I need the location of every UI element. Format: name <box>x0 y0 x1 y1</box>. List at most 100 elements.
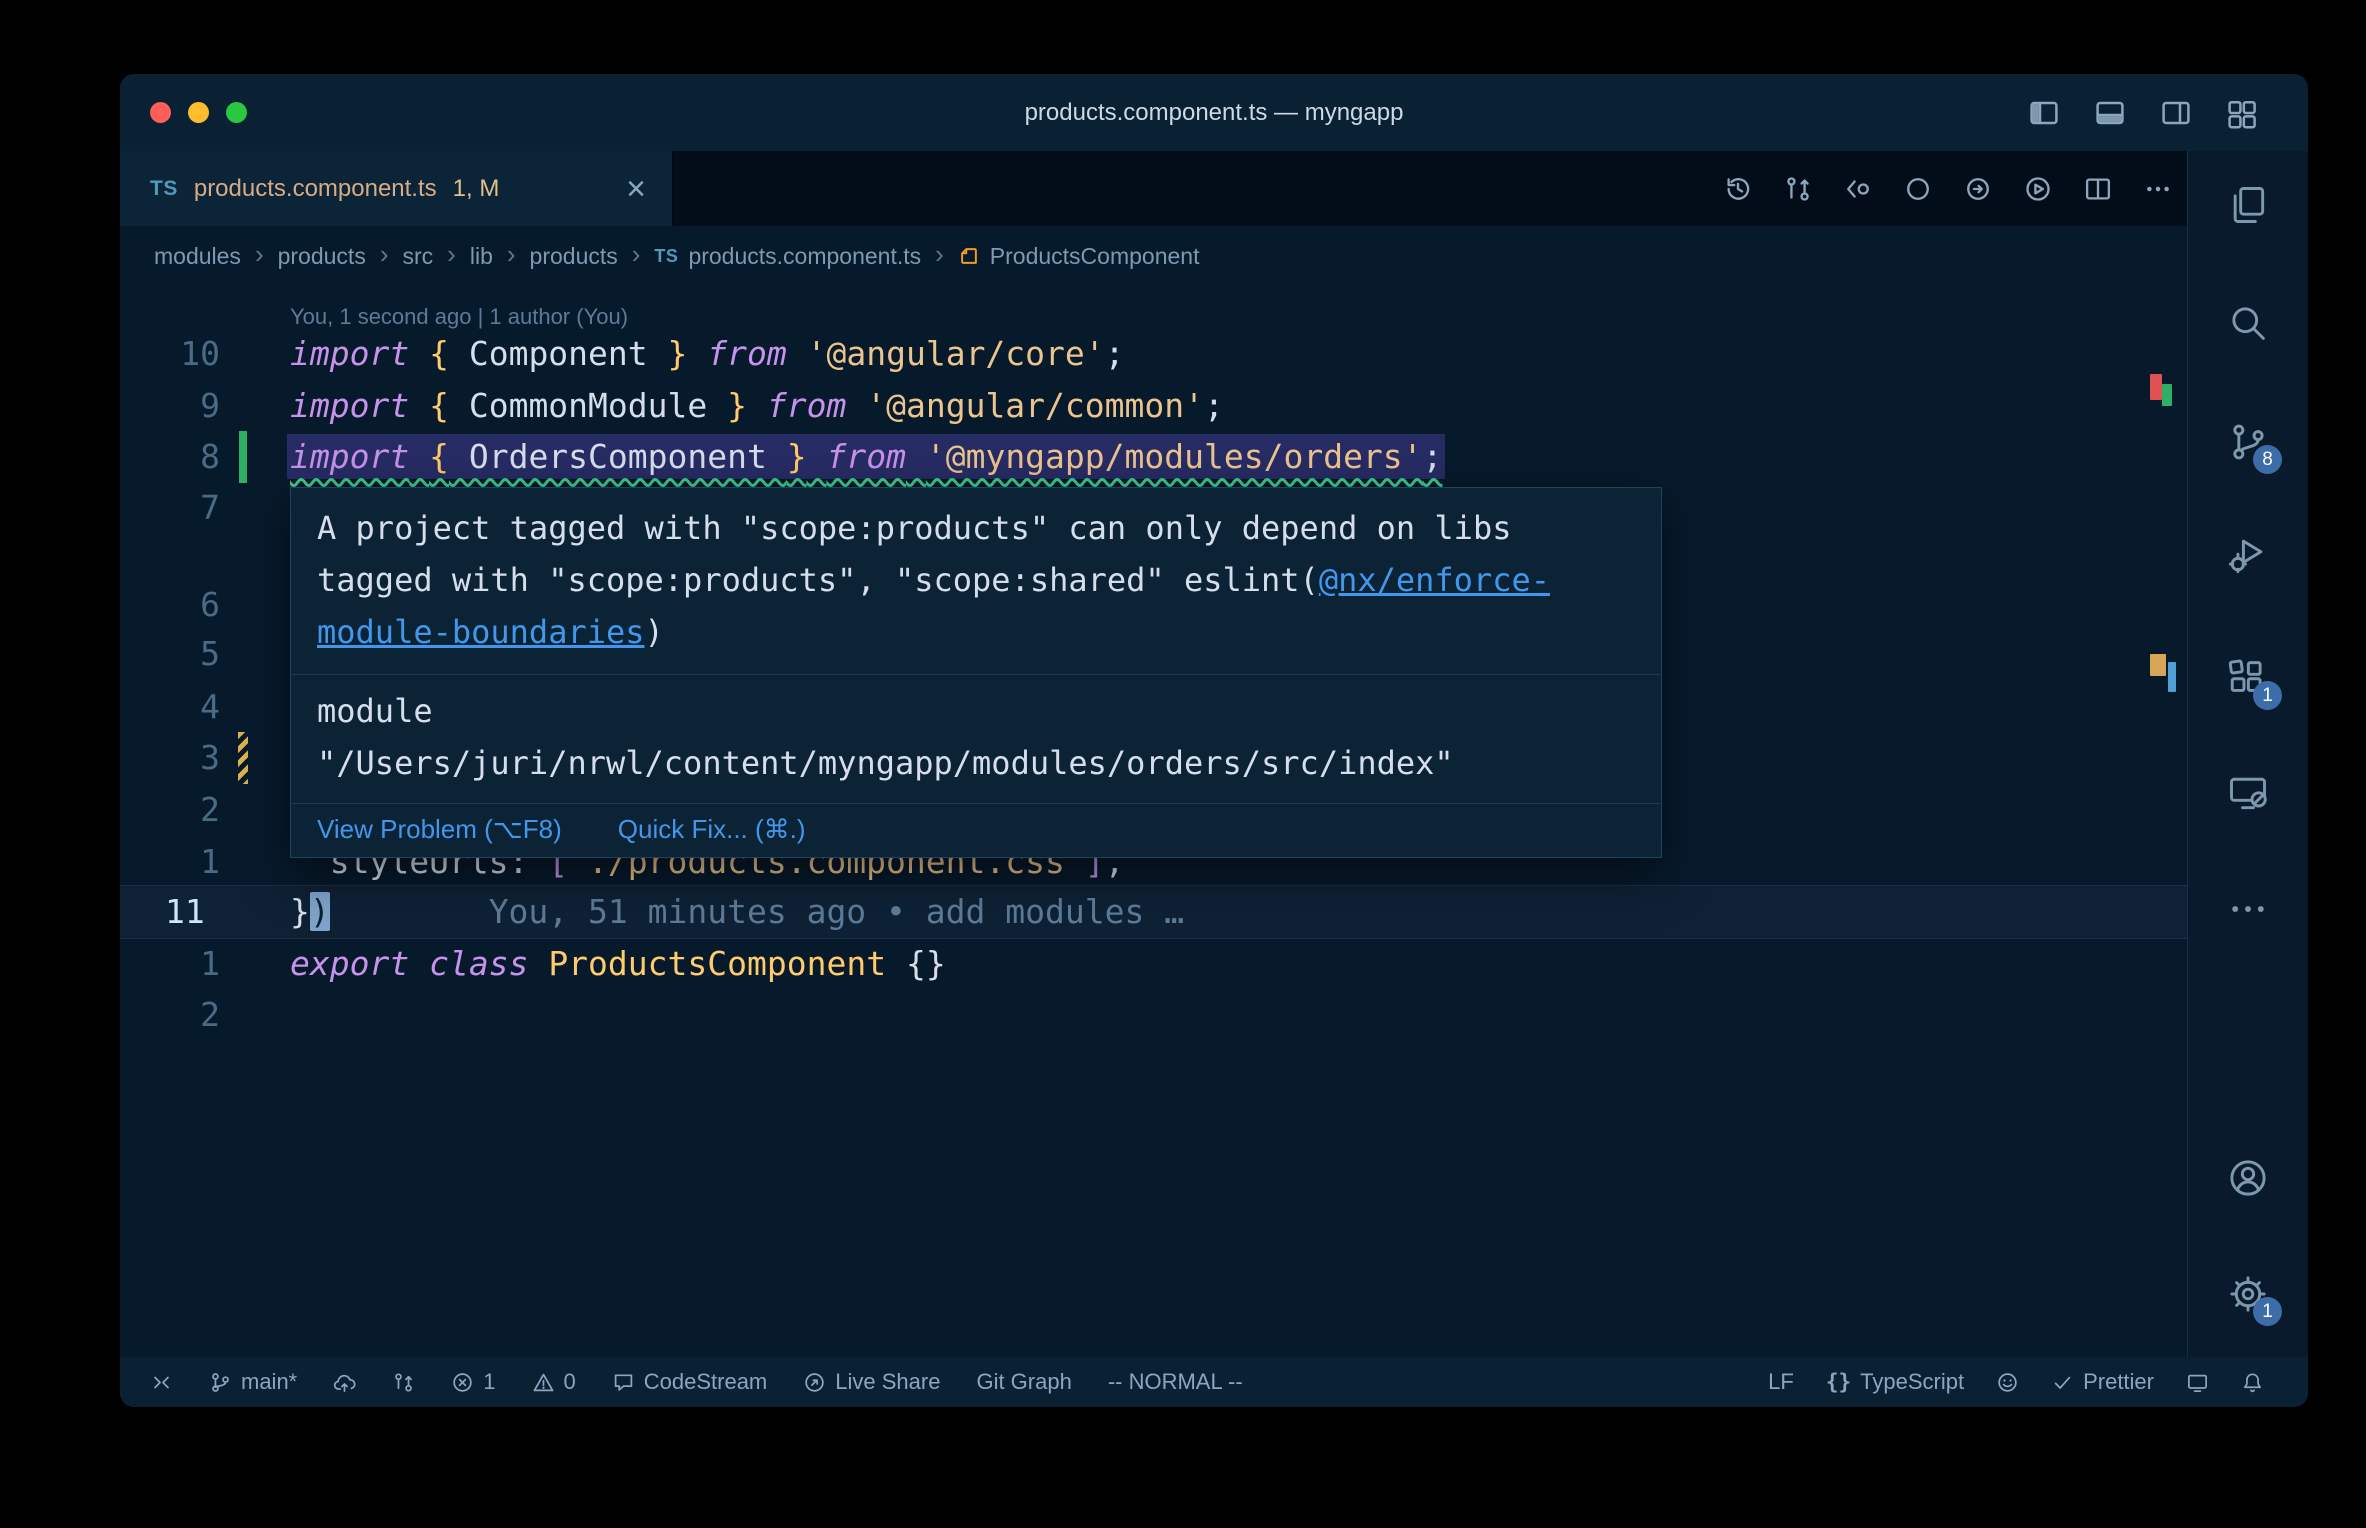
activity-remote-explorer[interactable] <box>2220 765 2276 821</box>
status-main[interactable]: main* <box>209 1369 297 1395</box>
status-smiley[interactable] <box>1996 1371 2019 1394</box>
code-line[interactable]: import { CommonModule } from '@angular/c… <box>290 380 1224 432</box>
status-remote[interactable] <box>150 1371 173 1394</box>
badge: 1 <box>2253 1297 2282 1326</box>
line-number: 8 <box>200 437 220 476</box>
breadcrumb-folder[interactable]: modules <box>154 243 241 270</box>
breadcrumb-separator-icon: › <box>254 239 264 269</box>
view-problem-link[interactable]: View Problem (⌥F8) <box>317 814 562 845</box>
activity-accounts[interactable] <box>2220 1150 2276 1206</box>
cloud-upload-icon <box>333 1371 356 1394</box>
status-codestream[interactable]: CodeStream <box>612 1369 767 1395</box>
status-git-graph[interactable]: Git Graph <box>976 1369 1071 1395</box>
breadcrumb-separator-icon: › <box>935 239 944 269</box>
tab-problem-modified-badge: 1, M <box>452 174 500 202</box>
status-prettier[interactable]: Prettier <box>2051 1369 2154 1395</box>
layout-sidebar-left-icon[interactable] <box>2028 97 2060 129</box>
overview-ruler-mark <box>2150 374 2162 400</box>
previous-change-icon[interactable] <box>1903 174 1933 204</box>
activity-explorer[interactable] <box>2220 177 2276 233</box>
status-typescript[interactable]: {} TypeScript <box>1826 1369 1964 1395</box>
breadcrumb-folder[interactable]: products <box>530 243 618 270</box>
check-icon <box>2051 1371 2074 1394</box>
tab-products-component[interactable]: TS products.component.ts 1, M × <box>120 151 673 226</box>
badge: 1 <box>2253 681 2282 710</box>
activity-extensions[interactable]: 1 <box>2220 650 2282 710</box>
line-number: 10 <box>180 334 220 373</box>
line-number: 2 <box>200 995 220 1034</box>
close-window-button[interactable] <box>150 102 171 123</box>
breadcrumb-file[interactable]: TS products.component.ts <box>654 243 921 270</box>
hover-module-path: "/Users/juri/nrwl/content/myngapp/module… <box>317 744 1454 782</box>
status-lf[interactable]: LF <box>1768 1369 1794 1395</box>
smiley-icon <box>1996 1371 2019 1394</box>
breadcrumb-separator-icon: › <box>447 239 456 269</box>
status-label: Git Graph <box>976 1369 1072 1394</box>
status-label: TypeScript <box>1860 1369 1965 1394</box>
status-1[interactable]: 1 <box>451 1369 496 1395</box>
compare-changes-icon[interactable] <box>1783 174 1813 204</box>
close-tab-icon[interactable]: × <box>626 172 646 206</box>
code-editor[interactable]: You, 1 second ago | 1 author (You) 10 imp… <box>120 286 2187 1357</box>
history-icon[interactable] <box>1723 174 1753 204</box>
line-number: 4 <box>200 687 220 726</box>
hover-module-label: module <box>317 692 433 730</box>
activity-run-and-debug[interactable] <box>2220 526 2276 582</box>
layout-editor-grid-icon[interactable] <box>2226 97 2258 129</box>
status-screen[interactable] <box>2186 1371 2209 1394</box>
breadcrumb-symbol-label: ProductsComponent <box>989 242 1200 269</box>
vim-block-cursor: ) <box>309 892 330 931</box>
line-number: 1 <box>200 944 220 983</box>
more-actions-icon[interactable] <box>2143 174 2173 204</box>
breadcrumb-symbol[interactable]: ProductsComponent <box>958 242 1200 270</box>
status-label: 0 <box>563 1369 576 1394</box>
breadcrumb-file-label: products.component.ts <box>688 242 922 269</box>
error-icon <box>451 1371 474 1394</box>
status-label: -- NORMAL -- <box>1107 1369 1243 1394</box>
breadcrumb-folder[interactable]: lib <box>470 243 493 270</box>
status-normal[interactable]: -- NORMAL -- <box>1108 1369 1243 1395</box>
gutter-modified-marker <box>238 732 248 784</box>
code-line[interactable]: import { OrdersComponent } from '@myngap… <box>290 431 1443 483</box>
split-editor-icon[interactable] <box>2083 174 2113 204</box>
code-line[interactable]: }) You, 51 minutes ago • add modules … <box>290 886 1184 938</box>
bell-icon <box>2241 1371 2264 1394</box>
breadcrumb-folder[interactable]: src <box>403 243 434 270</box>
overview-ruler-mark <box>2162 384 2172 406</box>
line-number: 6 <box>200 585 220 624</box>
open-changes-icon[interactable] <box>1843 174 1873 204</box>
layout-sidebar-right-icon[interactable] <box>2160 97 2192 129</box>
git-branch-icon <box>209 1371 232 1394</box>
run-icon[interactable] <box>2023 174 2053 204</box>
screen-icon <box>2186 1371 2209 1394</box>
layout-panel-icon[interactable] <box>2094 97 2126 129</box>
status-live-share[interactable]: Live Share <box>803 1369 940 1395</box>
next-change-icon[interactable] <box>1963 174 1993 204</box>
activity-source-control[interactable]: 8 <box>2220 414 2282 474</box>
minimize-window-button[interactable] <box>188 102 209 123</box>
status-cloud-upload[interactable] <box>333 1371 356 1394</box>
codelens-annotation[interactable]: You, 1 second ago | 1 author (You) <box>290 304 628 330</box>
line-number: 9 <box>200 386 220 425</box>
status-label: 1 <box>483 1369 496 1394</box>
activity-search[interactable] <box>2220 295 2276 351</box>
breadcrumb-folder[interactable]: products <box>278 243 366 270</box>
vscode-window: products.component.ts — myngapp TS produ… <box>120 74 2308 1407</box>
status-bar-right: LF {} TypeScript Prettier <box>1768 1369 2264 1395</box>
zoom-window-button[interactable] <box>226 102 247 123</box>
activity-settings[interactable]: 1 <box>2220 1266 2282 1326</box>
quick-fix-link[interactable]: Quick Fix... (⌘.) <box>618 814 806 845</box>
code-line[interactable]: import { Component } from '@angular/core… <box>290 328 1125 380</box>
symbol-class-icon <box>958 245 980 267</box>
error-hover-popup: A project tagged with "scope:products" c… <box>290 487 1662 858</box>
line-number: 1 <box>200 842 220 881</box>
tab-label: products.component.ts <box>193 174 437 202</box>
badge: 8 <box>2253 445 2282 474</box>
code-line[interactable]: export class ProductsComponent {} <box>290 938 946 990</box>
status-0[interactable]: 0 <box>532 1369 576 1395</box>
status-bell[interactable] <box>2241 1371 2264 1394</box>
status-git-compare[interactable] <box>392 1371 415 1394</box>
warning-icon <box>532 1371 555 1394</box>
activity-more-actions[interactable] <box>2220 881 2276 937</box>
overview-ruler-mark <box>2168 662 2176 692</box>
